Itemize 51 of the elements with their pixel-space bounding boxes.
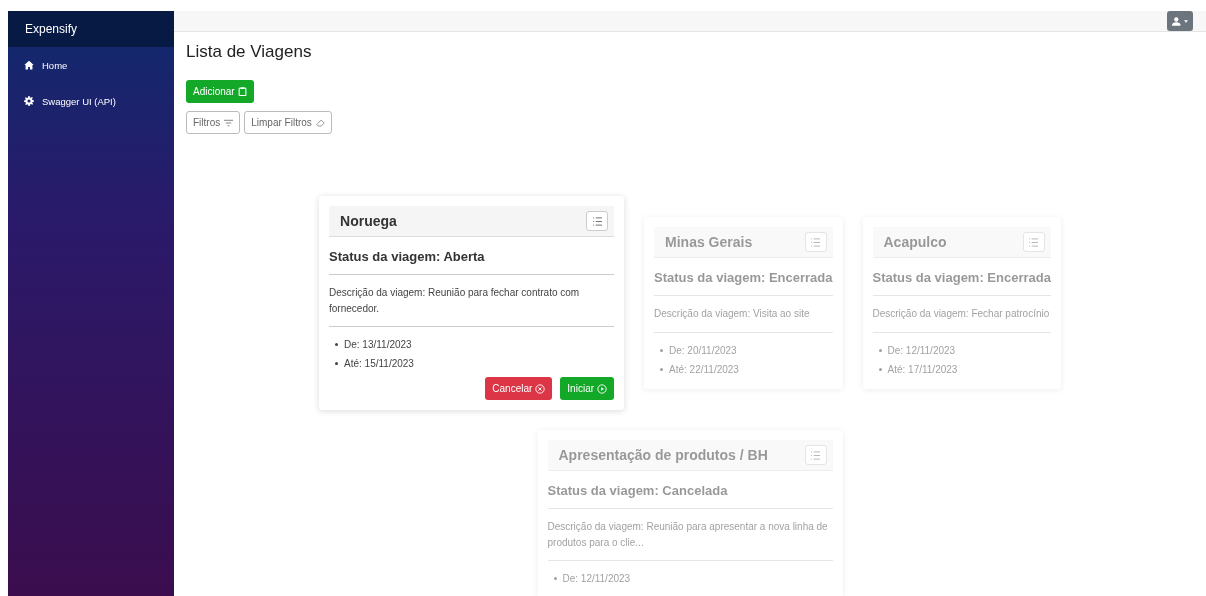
trip-status: Status da viagem: Encerrada (872, 258, 1051, 297)
list-icon (1028, 237, 1040, 247)
list-icon (810, 450, 821, 460)
trip-description: Descrição da viagem: Fechar patrocínio (872, 296, 1051, 333)
gear-icon (24, 96, 34, 106)
trip-date: Até: 17/11/2023 (887, 363, 958, 375)
bullet-icon (335, 343, 339, 346)
trip-date: De: 13/11/2023 (344, 339, 412, 350)
bullet-icon (878, 367, 882, 371)
user-icon (1172, 16, 1182, 26)
filter-icon (224, 118, 234, 127)
circle-x-icon (535, 383, 546, 394)
trip-description: Descrição da viagem: Reunião para fechar contrato com fornecedor. (329, 275, 615, 327)
page-title: Lista de Viagens (186, 42, 313, 62)
filter-button[interactable]: Filtros (186, 111, 241, 134)
caret-icon (1184, 19, 1188, 23)
home-icon (24, 60, 34, 70)
trip-title: Acapulco (883, 234, 947, 251)
sidebar-item[interactable]: Home (8, 47, 174, 83)
bullet-icon (660, 348, 664, 352)
trip-date: De: 20/11/2023 (669, 344, 737, 356)
trip-title: Apresentação de produtos / BH (558, 447, 768, 463)
bullet-icon (878, 348, 882, 352)
bullet-icon (335, 362, 339, 365)
brand-title: Expensify (8, 11, 174, 47)
eraser-icon (315, 118, 325, 127)
menu-button[interactable] (804, 445, 827, 465)
trip-title: Minas Gerais (665, 234, 753, 251)
list-icon (591, 216, 603, 226)
user-menu-button[interactable] (1167, 11, 1193, 31)
sidebar-item[interactable]: Swagger UI (API) (8, 83, 174, 119)
menu-button[interactable] (586, 211, 609, 231)
clipboard-icon (237, 87, 247, 96)
list-icon (810, 237, 821, 247)
cancel-button[interactable]: Cancelar (485, 377, 553, 400)
menu-button[interactable] (804, 232, 827, 253)
trip-status: Status da viagem: Aberta (329, 237, 615, 275)
play-circle-icon (597, 383, 608, 394)
bullet-icon (660, 367, 664, 371)
trip-date: Até: 22/11/2023 (669, 363, 739, 375)
trip-status: Status da viagem: Encerrada (654, 258, 833, 297)
bullet-icon (553, 577, 557, 580)
trip-date: De: 12/11/2023 (887, 344, 956, 356)
trip-date: De: 12/11/2023 (562, 573, 631, 584)
trip-date: Até: 15/11/2023 (344, 358, 414, 369)
trip-description: Descrição da viagem: Visita ao site (654, 296, 833, 333)
filter-button[interactable]: Limpar Filtros (244, 111, 332, 134)
trip-status: Status da viagem: Cancelada (547, 471, 833, 509)
menu-button[interactable] (1022, 232, 1045, 253)
trip-title: Noruega (340, 213, 397, 229)
trip-description: Descrição da viagem: Reunião para apresentar a nova linha de produtos para o clie... (547, 509, 833, 561)
